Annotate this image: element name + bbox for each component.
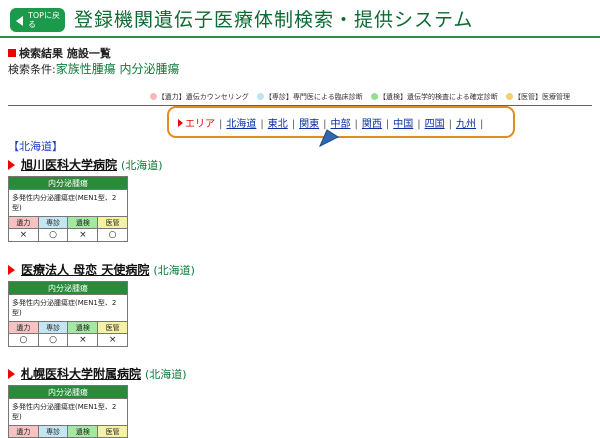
- hospital-link[interactable]: 医療法人 母恋 天使病院: [21, 263, 149, 277]
- col-label: 専診: [37, 216, 69, 229]
- service-mark: ×: [8, 228, 39, 242]
- area-link-kansai[interactable]: 関西: [362, 119, 382, 130]
- card-header: 内分泌腫瘍: [8, 176, 128, 190]
- area-nav: エリア | 北海道 | 東北 | 関東 | 中部 | 関西 | 中国 | 四国 | 九州 |: [167, 106, 515, 138]
- top-button[interactable]: TOPに戻る: [10, 8, 65, 32]
- prefecture-label: (北海道): [153, 264, 195, 277]
- legend-dot-icon: [370, 93, 378, 100]
- red-square-icon: [8, 49, 16, 57]
- pointer-arrow-icon: [318, 129, 340, 148]
- red-triangle-icon: [8, 160, 15, 170]
- service-mark: ×: [67, 333, 99, 347]
- region-heading: 【北海道】: [8, 140, 63, 153]
- area-link-hokkaido[interactable]: 北海道: [226, 119, 256, 130]
- service-mark: ○: [8, 333, 39, 347]
- hospital-entry: 医療法人 母恋 天使病院 (北海道): [8, 261, 195, 278]
- area-link-kyushu[interactable]: 九州: [456, 119, 476, 130]
- legend-item: 【遺力】遺伝カウンセリング: [157, 93, 249, 101]
- col-label: 医管: [97, 425, 128, 438]
- service-card: 内分泌腫瘍 多発性内分泌腫瘍症(MEN1型、2型) 遺力 専診 遺検 医管 ○ …: [8, 281, 128, 347]
- service-mark: ×: [67, 228, 99, 242]
- col-label: 専診: [37, 321, 69, 334]
- results-heading: 検索結果 施設一覧: [8, 45, 111, 61]
- condition-value: 家族性腫瘍 内分泌腫瘍: [55, 62, 180, 76]
- service-mark: ○: [37, 228, 69, 242]
- hospital-link[interactable]: 札幌医科大学附属病院: [21, 367, 141, 381]
- legend-item: 【遺検】遺伝学的検査による確定診断: [378, 93, 498, 101]
- top-button-label: TOPに戻る: [28, 11, 61, 29]
- card-detail: 多発性内分泌腫瘍症(MEN1型、2型): [8, 398, 128, 426]
- col-label: 遺力: [8, 321, 39, 334]
- area-link-tohoku[interactable]: 東北: [268, 119, 288, 130]
- col-label: 専診: [37, 425, 69, 438]
- card-header: 内分泌腫瘍: [8, 385, 128, 399]
- service-mark: ○: [37, 333, 69, 347]
- legend: 【遺力】遺伝カウンセリング 【専診】専門医による臨床診断 【遺検】遺伝学的検査に…: [144, 92, 570, 102]
- hospital-link[interactable]: 旭川医科大学病院: [21, 158, 117, 172]
- col-label: 遺力: [8, 425, 39, 438]
- area-link-kanto[interactable]: 関東: [299, 119, 319, 130]
- col-label: 医管: [97, 216, 128, 229]
- area-link-chugoku[interactable]: 中国: [393, 119, 413, 130]
- col-label: 遺力: [8, 216, 39, 229]
- area-nav-label: エリア: [185, 119, 215, 130]
- condition-label: 検索条件:: [8, 63, 56, 76]
- results-heading-text: 検索結果 施設一覧: [19, 47, 111, 60]
- col-label: 遺検: [67, 321, 99, 334]
- search-condition: 検索条件:家族性腫瘍 内分泌腫瘍: [8, 60, 180, 77]
- legend-dot-icon: [506, 93, 513, 100]
- red-triangle-icon: [178, 119, 183, 127]
- red-triangle-icon: [8, 265, 15, 275]
- service-mark: ×: [97, 333, 128, 347]
- col-label: 遺検: [67, 216, 99, 229]
- card-detail: 多発性内分泌腫瘍症(MEN1型、2型): [8, 189, 128, 217]
- legend-item: 【専診】専門医による臨床診断: [264, 93, 363, 101]
- legend-dot-icon: [256, 93, 264, 100]
- app-header: TOPに戻る 登録機関遺伝子医療体制検索・提供システム: [0, 0, 600, 38]
- service-card: 内分泌腫瘍 多発性内分泌腫瘍症(MEN1型、2型) 遺力 専診 遺検 医管 × …: [8, 176, 128, 242]
- col-label: 遺検: [67, 425, 99, 438]
- prefecture-label: (北海道): [121, 159, 163, 172]
- legend-dot-icon: [149, 93, 157, 100]
- site-title: 登録機関遺伝子医療体制検索・提供システム: [74, 9, 474, 31]
- red-triangle-icon: [8, 369, 15, 379]
- col-label: 医管: [97, 321, 128, 334]
- legend-item: 【医管】医療管理: [514, 93, 570, 101]
- prefecture-label: (北海道): [145, 368, 187, 381]
- area-link-shikoku[interactable]: 四国: [425, 119, 445, 130]
- hospital-entry: 旭川医科大学病院 (北海道): [8, 156, 163, 173]
- back-arrow-icon: [16, 16, 23, 26]
- card-detail: 多発性内分泌腫瘍症(MEN1型、2型): [8, 294, 128, 322]
- service-card: 内分泌腫瘍 多発性内分泌腫瘍症(MEN1型、2型) 遺力 専診 遺検 医管: [8, 385, 128, 438]
- service-mark: ○: [97, 228, 128, 242]
- card-header: 内分泌腫瘍: [8, 281, 128, 295]
- hospital-entry: 札幌医科大学附属病院 (北海道): [8, 365, 187, 382]
